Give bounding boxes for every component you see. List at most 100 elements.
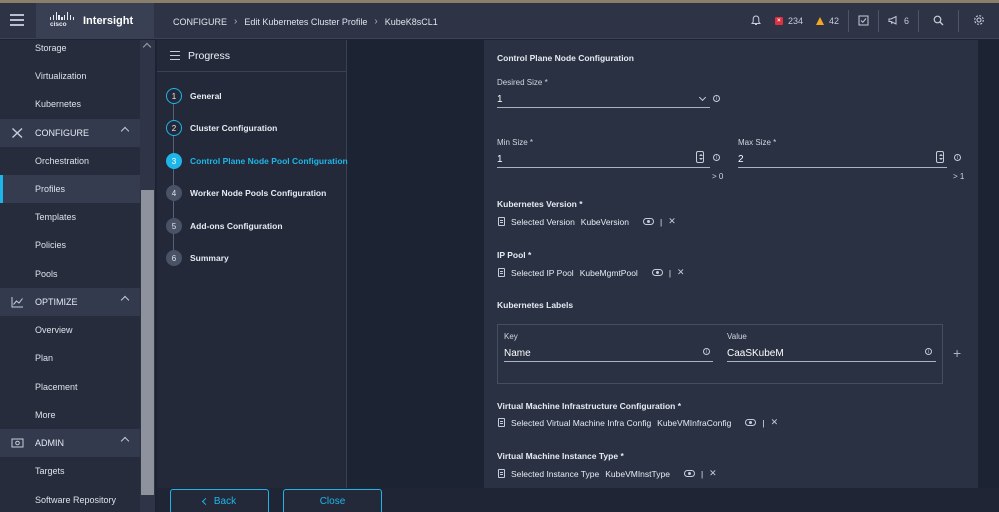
selected-label: Selected IP Pool (511, 267, 574, 278)
breadcrumb-configure[interactable]: CONFIGURE (173, 17, 227, 27)
search-icon (933, 15, 944, 28)
sidebar-item-placement[interactable]: Placement (0, 373, 140, 401)
sidebar-section-configure[interactable]: CONFIGURE (0, 119, 140, 147)
wizard-footer: Back Close (157, 488, 999, 512)
add-label-icon[interactable]: + (953, 345, 961, 361)
critical-alert-count[interactable]: 234 (788, 16, 803, 26)
left-sidebar: Storage Virtualization Kubernetes CONFIG… (0, 40, 155, 512)
breadcrumb-edit-profile[interactable]: Edit Kubernetes Cluster Profile (244, 17, 367, 27)
sidebar-scrollbar[interactable] (140, 40, 155, 512)
sidebar-item-more[interactable]: More (0, 401, 140, 429)
form-panel: Control Plane Node Configuration Desired… (484, 40, 978, 488)
sidebar-item-orchestration[interactable]: Orchestration (0, 147, 140, 175)
sidebar-item-policies[interactable]: Policies (0, 231, 140, 259)
info-icon[interactable]: i (925, 348, 932, 355)
warning-alert-icon (815, 17, 824, 25)
content-gutter (348, 40, 484, 488)
sidebar-section-optimize[interactable]: OPTIMIZE (0, 288, 140, 316)
app-logo[interactable]: cisco Intersight (36, 3, 154, 39)
step-label: Worker Node Pools Configuration (190, 188, 327, 198)
eye-icon[interactable] (683, 470, 695, 477)
admin-settings-icon (11, 437, 24, 449)
eye-icon[interactable] (643, 218, 654, 225)
menu-icon[interactable] (10, 14, 24, 26)
close-icon[interactable]: ✕ (709, 468, 717, 479)
progress-header: Progress (157, 40, 347, 72)
header-actions: × 234 42 6 (742, 3, 999, 39)
sidebar-item-storage[interactable]: Storage (0, 40, 140, 62)
label-value-value: CaaSKubeM (727, 348, 784, 359)
sidebar-item-plan[interactable]: Plan (0, 344, 140, 372)
sidebar-section-label: ADMIN (35, 438, 64, 448)
step-number: 6 (166, 250, 182, 266)
warning-alert-count[interactable]: 42 (829, 16, 839, 26)
settings-button[interactable] (959, 3, 999, 39)
eye-icon[interactable] (651, 269, 663, 276)
step-label: Control Plane Node Pool Configuration (190, 156, 348, 166)
vm-instance-type-value: KubeVMInstType (605, 468, 670, 479)
back-button-label: Back (213, 496, 237, 507)
info-icon[interactable]: i (954, 154, 961, 161)
vm-instance-type-selection: Selected Instance Type KubeVMInstType | … (498, 468, 717, 479)
min-size-stepper-icon[interactable] (696, 151, 704, 163)
sidebar-section-label: OPTIMIZE (35, 297, 78, 307)
ip-pool-label: IP Pool * (497, 250, 532, 260)
sidebar-item-kubernetes[interactable]: Kubernetes (0, 90, 140, 118)
close-button[interactable]: Close (283, 489, 382, 512)
bell-icon[interactable] (750, 14, 761, 28)
sidebar-item-templates[interactable]: Templates (0, 203, 140, 231)
min-size-hint: > 0 (712, 172, 724, 181)
sidebar-section-admin[interactable]: ADMIN (0, 429, 140, 457)
back-button[interactable]: Back (170, 489, 269, 512)
search-button[interactable] (919, 3, 958, 39)
app-name: Intersight (83, 15, 134, 27)
label-key-value: Name (504, 348, 531, 359)
max-size-label: Max Size * (738, 138, 777, 147)
requests-button[interactable] (849, 3, 878, 39)
info-icon[interactable]: i (713, 95, 720, 102)
sidebar-item-software-repository[interactable]: Software Repository (0, 486, 140, 512)
step-label: General (190, 91, 222, 101)
policy-document-icon (498, 217, 505, 226)
info-icon[interactable]: i (713, 154, 720, 161)
sidebar-scrollbar-thumb[interactable] (141, 190, 154, 495)
chevron-up-icon[interactable] (120, 436, 130, 446)
info-icon[interactable]: i (703, 348, 710, 355)
ip-pool-selection: Selected IP Pool KubeMgmtPool | ✕ (498, 267, 685, 278)
collapse-progress-icon[interactable] (170, 51, 180, 60)
chevron-up-icon[interactable] (120, 295, 130, 305)
progress-title: Progress (188, 50, 231, 62)
close-icon[interactable]: ✕ (668, 216, 676, 227)
max-size-hint: > 1 (953, 172, 965, 181)
vm-instance-type-label: Virtual Machine Instance Type * (497, 451, 624, 461)
sidebar-item-overview[interactable]: Overview (0, 316, 140, 344)
step-number: 1 (166, 88, 182, 104)
close-icon[interactable]: ✕ (771, 417, 779, 428)
sidebar-item-profiles[interactable]: Profiles (0, 175, 140, 203)
policy-document-icon (498, 469, 505, 478)
kubernetes-labels-title: Kubernetes Labels (497, 300, 574, 310)
max-size-value: 2 (738, 154, 744, 165)
top-header: cisco Intersight CONFIGURE › Edit Kubern… (0, 3, 999, 39)
chart-line-icon (11, 296, 24, 308)
sidebar-item-virtualization[interactable]: Virtualization (0, 62, 140, 90)
critical-alert-icon: × (774, 17, 783, 25)
sidebar-item-targets[interactable]: Targets (0, 457, 140, 485)
vm-infra-config-value: KubeVMInfraConfig (657, 417, 732, 428)
max-size-stepper-icon[interactable] (936, 151, 944, 163)
announcements-count: 6 (903, 16, 909, 26)
selected-label: Selected Instance Type (511, 468, 600, 479)
alerts-group[interactable]: × 234 42 (742, 3, 848, 39)
sidebar-item-pools[interactable]: Pools (0, 260, 140, 288)
scroll-up-icon[interactable] (142, 42, 152, 52)
policy-document-icon (498, 418, 505, 427)
close-icon[interactable]: ✕ (677, 267, 685, 278)
announcements-button[interactable]: 6 (879, 3, 918, 39)
eye-icon[interactable] (745, 419, 757, 426)
section-title: Control Plane Node Configuration (497, 53, 634, 63)
selected-label: Selected Virtual Machine Infra Config (511, 417, 652, 428)
kubernetes-version-selection: Selected Version KubeVersion | ✕ (498, 216, 676, 227)
step-number: 2 (166, 120, 182, 136)
chevron-up-icon[interactable] (120, 126, 130, 136)
chevron-down-icon[interactable] (698, 93, 707, 102)
